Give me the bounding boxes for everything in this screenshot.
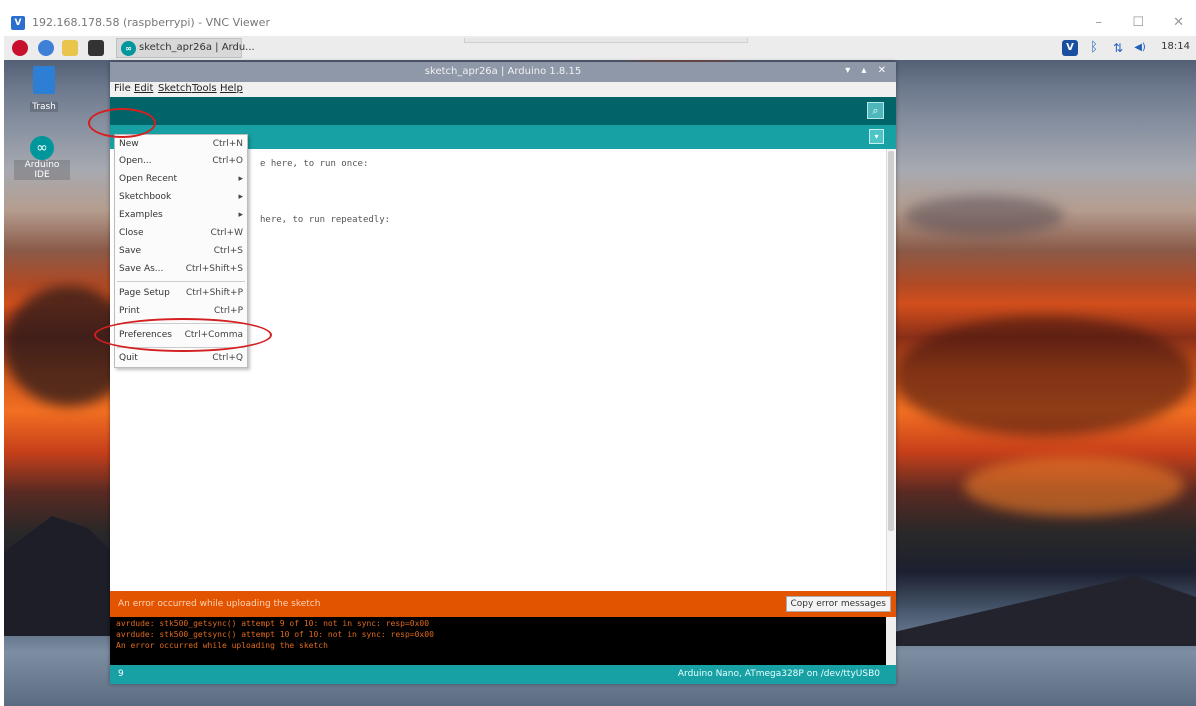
editor-scrollbar[interactable]: [886, 149, 896, 591]
menu-item-shortcut: Ctrl+P: [214, 306, 243, 316]
ide-window-controls[interactable]: ▾ ▴ ✕: [845, 65, 890, 76]
file-menu-save-as[interactable]: Save As... Ctrl+Shift+S: [115, 261, 247, 278]
menu-item-shortcut: Ctrl+O: [212, 156, 243, 166]
menu-item-label: Sketchbook: [119, 192, 172, 202]
mountain: [4, 516, 124, 636]
file-menu-page-setup[interactable]: Page Setup Ctrl+Shift+P: [115, 285, 247, 302]
menu-item-label: Quit: [119, 353, 138, 363]
file-menu-sketchbook[interactable]: Sketchbook ▸: [115, 189, 247, 206]
vnc-tray-icon[interactable]: V: [1062, 40, 1078, 56]
menu-item-shortcut: Ctrl+Q: [212, 353, 243, 363]
panel-spacer: [464, 38, 748, 43]
status-bar: 9 Arduino Nano, ATmega328P on /dev/ttyUS…: [110, 665, 896, 684]
menu-file[interactable]: File: [114, 83, 131, 94]
console-line: avrdude: stk500_getsync() attempt 10 of …: [116, 630, 434, 639]
scrollbar-thumb[interactable]: [888, 151, 894, 531]
menu-bar: File Edit Sketch Tools Help: [110, 82, 896, 97]
tab-menu-icon[interactable]: ▾: [869, 129, 884, 144]
cloud: [904, 196, 1064, 236]
menu-item-label: Close: [119, 228, 144, 238]
menu-tools[interactable]: Tools: [192, 83, 217, 94]
taskbar-window-label: sketch_apr26a | Ardu...: [139, 42, 255, 53]
menu-item-label: Page Setup: [119, 288, 170, 298]
clock: 18:14: [1161, 41, 1190, 52]
desktop-icon-label: Trash: [30, 102, 58, 112]
menu-item-label: Print: [119, 306, 140, 316]
code-line: here, to run repeatedly:: [260, 215, 391, 225]
serial-monitor-icon[interactable]: ⌕: [867, 102, 884, 119]
error-message: An error occurred while uploading the sk…: [118, 599, 321, 609]
desktop-icon-label: Arduino IDE: [14, 160, 70, 180]
file-menu-open[interactable]: Open... Ctrl+O: [115, 153, 247, 170]
console-line: avrdude: stk500_getsync() attempt 9 of 1…: [116, 619, 430, 628]
minimize-button[interactable]: –: [1096, 15, 1103, 30]
code-line: e here, to run once:: [260, 159, 369, 169]
menu-item-label: Open Recent: [119, 174, 178, 184]
submenu-arrow-icon: ▸: [238, 192, 243, 202]
menu-item-label: Save As...: [119, 264, 164, 274]
console-line: An error occurred while uploading the sk…: [116, 641, 328, 650]
taskbar-arduino-window[interactable]: ∞ sketch_apr26a | Ardu...: [116, 38, 255, 58]
mountain: [894, 576, 1196, 646]
menu-item-label: Open...: [119, 156, 152, 166]
line-number: 9: [118, 669, 124, 679]
output-console: avrdude: stk500_getsync() attempt 9 of 1…: [110, 617, 896, 665]
ide-titlebar[interactable]: sketch_apr26a | Arduino 1.8.15 ▾ ▴ ✕: [110, 62, 896, 82]
cloud: [894, 316, 1194, 436]
arduino-icon: ∞: [121, 41, 136, 56]
copy-error-messages-button[interactable]: Copy error messages: [785, 596, 891, 612]
file-manager-icon[interactable]: [62, 40, 78, 56]
menu-separator: [117, 281, 245, 282]
menu-edit[interactable]: Edit: [134, 83, 153, 94]
vnc-viewer-window: V 192.168.178.58 (raspberrypi) - VNC Vie…: [0, 0, 1196, 706]
ide-window-title: sketch_apr26a | Arduino 1.8.15: [424, 66, 582, 77]
desktop-icon-trash[interactable]: Trash: [16, 66, 72, 113]
close-button[interactable]: ✕: [1173, 15, 1184, 30]
submenu-arrow-icon: ▸: [238, 210, 243, 220]
volume-icon[interactable]: ◀): [1132, 40, 1148, 56]
menu-item-label: Examples: [119, 210, 163, 220]
file-menu-examples[interactable]: Examples ▸: [115, 207, 247, 224]
menu-item-label: New: [119, 139, 139, 149]
file-menu-new[interactable]: New Ctrl+N: [115, 136, 247, 153]
file-menu-open-recent[interactable]: Open Recent ▸: [115, 171, 247, 188]
arduino-icon: ∞: [30, 136, 54, 160]
menu-sketch[interactable]: Sketch: [158, 83, 192, 94]
annotation-circle-file-menu: [88, 108, 156, 138]
raspberry-icon[interactable]: [12, 40, 28, 56]
file-menu-quit[interactable]: Quit Ctrl+Q: [115, 350, 247, 367]
bluetooth-icon[interactable]: ᛒ: [1086, 40, 1102, 56]
menu-item-shortcut: Ctrl+W: [210, 228, 243, 238]
error-message-bar: An error occurred while uploading the sk…: [110, 591, 896, 617]
file-menu-close[interactable]: Close Ctrl+W: [115, 225, 247, 242]
network-icon[interactable]: ⇅: [1110, 40, 1126, 56]
vnc-window-title: 192.168.178.58 (raspberrypi) - VNC Viewe…: [32, 16, 270, 29]
annotation-circle-preferences: [94, 318, 272, 352]
submenu-arrow-icon: ▸: [238, 174, 243, 184]
browser-icon[interactable]: [38, 40, 54, 56]
menu-item-shortcut: Ctrl+S: [213, 246, 243, 256]
file-menu-save[interactable]: Save Ctrl+S: [115, 243, 247, 260]
menu-item-shortcut: Ctrl+Shift+S: [185, 264, 243, 274]
menu-item-shortcut: Ctrl+Shift+P: [186, 288, 243, 298]
cloud: [964, 456, 1184, 516]
trash-icon: [33, 66, 55, 94]
desktop-icon-arduino[interactable]: ∞ Arduino IDE: [14, 136, 70, 181]
vnc-titlebar: V 192.168.178.58 (raspberrypi) - VNC Vie…: [0, 10, 1196, 36]
ide-toolbar: ⌕: [110, 97, 896, 125]
vnc-icon: V: [11, 16, 25, 30]
menu-item-shortcut: Ctrl+N: [212, 139, 243, 149]
menu-help[interactable]: Help: [220, 83, 243, 94]
board-port-info: Arduino Nano, ATmega328P on /dev/ttyUSB0: [677, 669, 880, 679]
maximize-button[interactable]: ☐: [1132, 15, 1144, 30]
terminal-icon[interactable]: [88, 40, 104, 56]
console-scrollbar[interactable]: [886, 617, 896, 665]
taskbar: ∞ sketch_apr26a | Ardu... V ᛒ ⇅ ◀) 18:14: [4, 36, 1196, 60]
menu-item-label: Save: [119, 246, 142, 256]
